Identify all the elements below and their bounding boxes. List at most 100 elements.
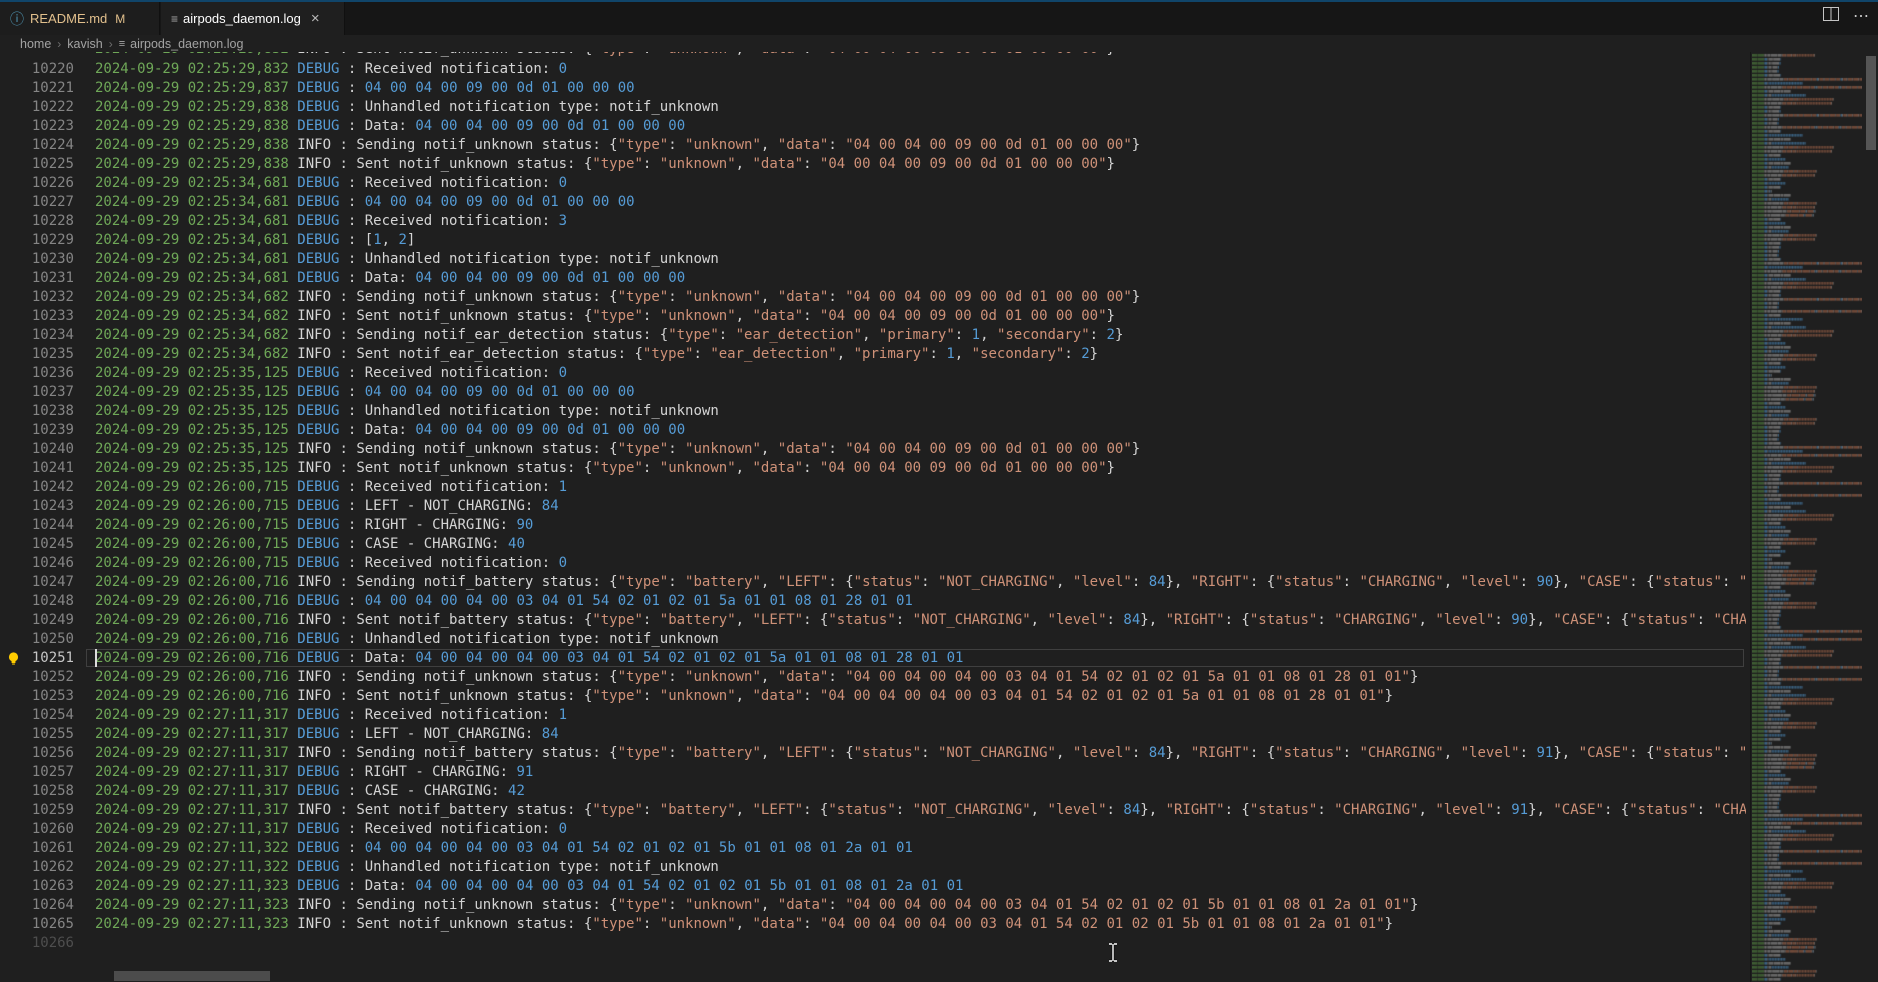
- close-icon[interactable]: ×: [311, 11, 320, 26]
- log-line[interactable]: 102482024-09-29 02:26:00,716 DEBUG : 04 …: [0, 592, 1746, 611]
- log-line[interactable]: 102542024-09-29 02:27:11,317 DEBUG : Rec…: [0, 706, 1746, 725]
- log-file-icon: ≡: [171, 12, 177, 26]
- line-number: 10252: [0, 668, 74, 687]
- line-number: 10220: [0, 60, 74, 79]
- log-line[interactable]: 102342024-09-29 02:25:34,682 INFO : Send…: [0, 326, 1746, 345]
- line-number: 10249: [0, 611, 74, 630]
- log-line[interactable]: 102492024-09-29 02:26:00,716 INFO : Sent…: [0, 611, 1746, 630]
- line-number: 10253: [0, 687, 74, 706]
- line-number: 10230: [0, 250, 74, 269]
- tab-label: README.md: [30, 11, 107, 26]
- log-line[interactable]: 102252024-09-29 02:25:29,838 INFO : Sent…: [0, 155, 1746, 174]
- breadcrumb-filename[interactable]: airpods_daemon.log: [130, 37, 243, 51]
- log-file-icon: ≡: [119, 38, 124, 50]
- log-line[interactable]: 102522024-09-29 02:26:00,716 INFO : Send…: [0, 668, 1746, 687]
- log-line[interactable]: 102602024-09-29 02:27:11,317 DEBUG : Rec…: [0, 820, 1746, 839]
- log-line[interactable]: 102452024-09-29 02:26:00,715 DEBUG : CAS…: [0, 535, 1746, 554]
- line-number: 10264: [0, 896, 74, 915]
- log-line[interactable]: 102292024-09-29 02:25:34,681 DEBUG : [1,…: [0, 231, 1746, 250]
- log-line[interactable]: 102372024-09-29 02:25:35,125 DEBUG : 04 …: [0, 383, 1746, 402]
- log-line[interactable]: 102512024-09-29 02:26:00,716 DEBUG : Dat…: [0, 649, 1746, 668]
- more-actions-icon[interactable]: ⋯: [1853, 6, 1870, 26]
- log-line[interactable]: 102282024-09-29 02:25:34,681 DEBUG : Rec…: [0, 212, 1746, 231]
- line-number: 10256: [0, 744, 74, 763]
- log-line[interactable]: 102412024-09-29 02:25:35,125 INFO : Sent…: [0, 459, 1746, 478]
- log-line[interactable]: 102552024-09-29 02:27:11,317 DEBUG : LEF…: [0, 725, 1746, 744]
- line-number: 10247: [0, 573, 74, 592]
- log-line[interactable]: 102502024-09-29 02:26:00,716 DEBUG : Unh…: [0, 630, 1746, 649]
- log-line[interactable]: 102532024-09-29 02:26:00,716 INFO : Sent…: [0, 687, 1746, 706]
- line-number: 10237: [0, 383, 74, 402]
- log-line[interactable]: 102232024-09-29 02:25:29,838 DEBUG : Dat…: [0, 117, 1746, 136]
- line-number: 10236: [0, 364, 74, 383]
- line-number: 10221: [0, 79, 74, 98]
- vertical-scrollbar-thumb[interactable]: [1866, 56, 1876, 150]
- log-line[interactable]: 102652024-09-29 02:27:11,323 INFO : Sent…: [0, 915, 1746, 934]
- line-number: 10250: [0, 630, 74, 649]
- log-line[interactable]: 102392024-09-29 02:25:35,125 DEBUG : Dat…: [0, 421, 1746, 440]
- line-number: 10235: [0, 345, 74, 364]
- text-caret: [95, 649, 97, 667]
- log-line[interactable]: 102362024-09-29 02:25:35,125 DEBUG : Rec…: [0, 364, 1746, 383]
- log-line[interactable]: 102642024-09-29 02:27:11,323 INFO : Send…: [0, 896, 1746, 915]
- line-number: 10260: [0, 820, 74, 839]
- line-number: 10245: [0, 535, 74, 554]
- log-line[interactable]: 102462024-09-29 02:26:00,715 DEBUG : Rec…: [0, 554, 1746, 573]
- log-line[interactable]: 102432024-09-29 02:26:00,715 DEBUG : LEF…: [0, 497, 1746, 516]
- line-number: 10261: [0, 839, 74, 858]
- tab-readme[interactable]: ⓘ README.md M: [0, 2, 160, 35]
- breadcrumb-home[interactable]: home: [20, 37, 51, 51]
- log-line[interactable]: 102422024-09-29 02:26:00,715 DEBUG : Rec…: [0, 478, 1746, 497]
- log-line[interactable]: 10266: [0, 934, 1746, 953]
- vertical-scrollbar[interactable]: [1864, 52, 1878, 982]
- line-number: 10228: [0, 212, 74, 231]
- minimap[interactable]: [1752, 52, 1862, 982]
- log-line[interactable]: 102322024-09-29 02:25:34,682 INFO : Send…: [0, 288, 1746, 307]
- line-number: 10266: [0, 934, 74, 953]
- line-number: 10257: [0, 763, 74, 782]
- line-number: 10244: [0, 516, 74, 535]
- log-line[interactable]: 102442024-09-29 02:26:00,715 DEBUG : RIG…: [0, 516, 1746, 535]
- line-number: 10238: [0, 402, 74, 421]
- log-line[interactable]: 102382024-09-29 02:25:35,125 DEBUG : Unh…: [0, 402, 1746, 421]
- line-number: 10240: [0, 440, 74, 459]
- log-line[interactable]: 102582024-09-29 02:27:11,317 DEBUG : CAS…: [0, 782, 1746, 801]
- breadcrumb: home › kavish › ≡ airpods_daemon.log: [0, 35, 1878, 52]
- log-line[interactable]: 102632024-09-29 02:27:11,323 DEBUG : Dat…: [0, 877, 1746, 896]
- log-line[interactable]: 102262024-09-29 02:25:34,681 DEBUG : Rec…: [0, 174, 1746, 193]
- log-line[interactable]: 102302024-09-29 02:25:34,681 DEBUG : Unh…: [0, 250, 1746, 269]
- line-number: 10241: [0, 459, 74, 478]
- editor-pane[interactable]: 2024-09-29 02:25:29,832 INFO : Sent noti…: [0, 52, 1878, 982]
- line-number: 10258: [0, 782, 74, 801]
- log-line[interactable]: 102242024-09-29 02:25:29,838 INFO : Send…: [0, 136, 1746, 155]
- log-line[interactable]: 102272024-09-29 02:25:34,681 DEBUG : 04 …: [0, 193, 1746, 212]
- line-number: 10259: [0, 801, 74, 820]
- log-line[interactable]: 102592024-09-29 02:27:11,317 INFO : Sent…: [0, 801, 1746, 820]
- log-line[interactable]: 102352024-09-29 02:25:34,682 INFO : Sent…: [0, 345, 1746, 364]
- editor-tab-bar: ⓘ README.md M ≡ airpods_daemon.log × ⋯: [0, 0, 1878, 36]
- breadcrumb-kavish[interactable]: kavish: [67, 37, 102, 51]
- horizontal-scrollbar[interactable]: [0, 971, 1746, 981]
- line-number: 10229: [0, 231, 74, 250]
- log-line[interactable]: 102212024-09-29 02:25:29,837 DEBUG : 04 …: [0, 79, 1746, 98]
- log-line[interactable]: 102572024-09-29 02:27:11,317 DEBUG : RIG…: [0, 763, 1746, 782]
- line-number: 10232: [0, 288, 74, 307]
- log-line[interactable]: 102472024-09-29 02:26:00,716 INFO : Send…: [0, 573, 1746, 592]
- line-number: 10255: [0, 725, 74, 744]
- log-line[interactable]: 102222024-09-29 02:25:29,838 DEBUG : Unh…: [0, 98, 1746, 117]
- line-number: 10222: [0, 98, 74, 117]
- log-line[interactable]: 102402024-09-29 02:25:35,125 INFO : Send…: [0, 440, 1746, 459]
- line-number: 10226: [0, 174, 74, 193]
- log-line[interactable]: 102312024-09-29 02:25:34,681 DEBUG : Dat…: [0, 269, 1746, 288]
- code-area[interactable]: 2024-09-29 02:25:29,832 INFO : Sent noti…: [0, 52, 1746, 982]
- log-line[interactable]: 102612024-09-29 02:27:11,322 DEBUG : 04 …: [0, 839, 1746, 858]
- log-line[interactable]: 102562024-09-29 02:27:11,317 INFO : Send…: [0, 744, 1746, 763]
- log-line[interactable]: 102622024-09-29 02:27:11,322 DEBUG : Unh…: [0, 858, 1746, 877]
- chevron-right-icon: ›: [57, 37, 61, 51]
- log-line[interactable]: 102202024-09-29 02:25:29,832 DEBUG : Rec…: [0, 60, 1746, 79]
- log-line[interactable]: 102332024-09-29 02:25:34,682 INFO : Sent…: [0, 307, 1746, 326]
- split-editor-icon[interactable]: [1823, 7, 1839, 26]
- line-number: 10239: [0, 421, 74, 440]
- horizontal-scrollbar-thumb[interactable]: [114, 971, 270, 981]
- tab-airpods-daemon-log[interactable]: ≡ airpods_daemon.log ×: [161, 2, 345, 35]
